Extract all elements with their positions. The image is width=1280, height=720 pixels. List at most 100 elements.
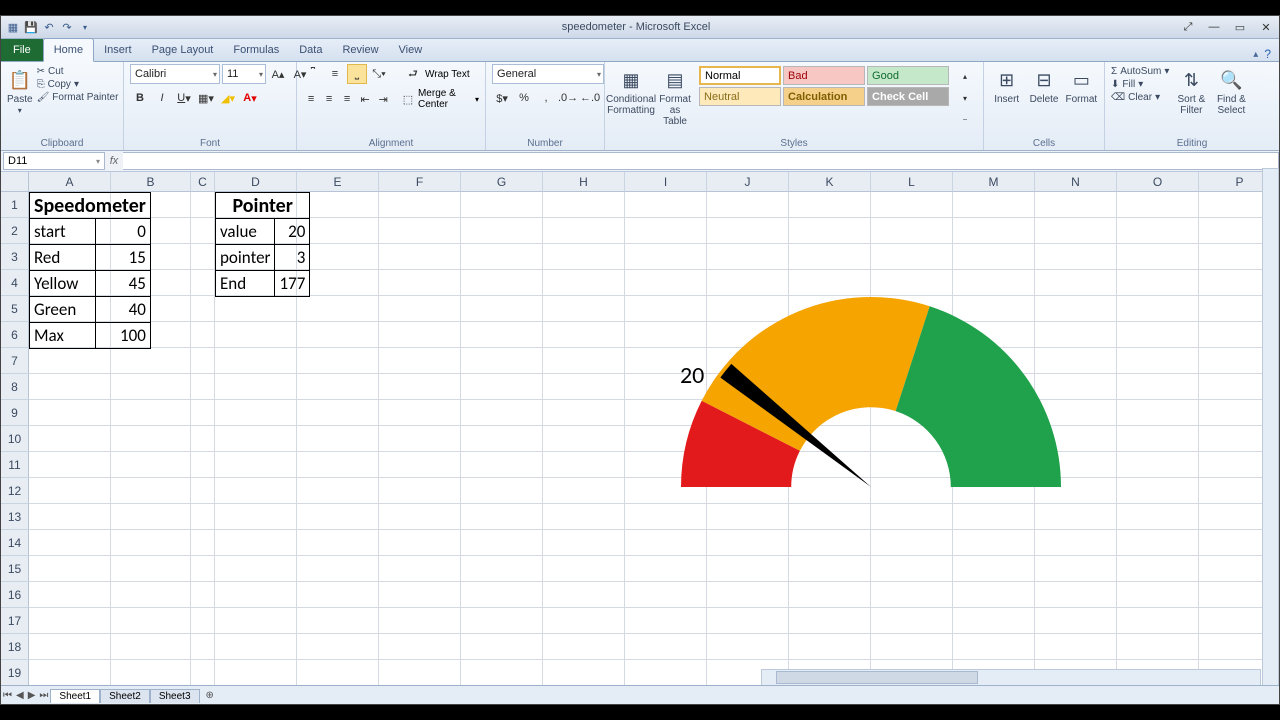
row-header-6[interactable]: 6	[1, 322, 29, 348]
bold-button[interactable]: B	[130, 88, 150, 108]
close-icon[interactable]: ✕	[1253, 19, 1279, 35]
indent-dec-icon[interactable]: ⇤	[357, 89, 373, 109]
align-center-icon[interactable]: ≡	[321, 89, 337, 109]
col-header-I[interactable]: I	[625, 172, 707, 192]
find-select-button[interactable]: 🔍Find & Select	[1213, 64, 1249, 116]
col-header-E[interactable]: E	[297, 172, 379, 192]
row-header-16[interactable]: 16	[1, 582, 29, 608]
col-header-A[interactable]: A	[29, 172, 111, 192]
align-middle-icon[interactable]: ≡	[325, 64, 345, 84]
name-box[interactable]: D11▾	[3, 152, 105, 170]
row-header-13[interactable]: 13	[1, 504, 29, 530]
borders-button[interactable]: ▦▾	[196, 88, 216, 108]
tab-formulas[interactable]: Formulas	[223, 39, 289, 61]
style-scroll-up-icon[interactable]: ▴	[955, 66, 975, 86]
delete-cells-button[interactable]: ⊟Delete	[1027, 64, 1060, 105]
row-header-3[interactable]: 3	[1, 244, 29, 270]
col-header-F[interactable]: F	[379, 172, 461, 192]
fx-icon[interactable]: fx	[105, 155, 123, 167]
copy-button[interactable]: ⎘ Copy ▾	[37, 79, 119, 90]
number-format-dropdown[interactable]: General	[492, 64, 604, 84]
horizontal-scrollbar[interactable]	[761, 669, 1261, 686]
col-header-D[interactable]: D	[215, 172, 297, 192]
currency-icon[interactable]: $▾	[492, 88, 512, 108]
align-right-icon[interactable]: ≡	[339, 89, 355, 109]
tab-view[interactable]: View	[389, 39, 433, 61]
tab-data[interactable]: Data	[289, 39, 332, 61]
row-header-17[interactable]: 17	[1, 608, 29, 634]
percent-icon[interactable]: %	[514, 88, 534, 108]
style-scroll-down-icon[interactable]: ▾	[955, 88, 975, 108]
row-header-8[interactable]: 8	[1, 374, 29, 400]
comma-icon[interactable]: ,	[536, 88, 556, 108]
row-header-15[interactable]: 15	[1, 556, 29, 582]
undo-icon[interactable]: ↶	[41, 19, 57, 35]
formula-input[interactable]	[123, 152, 1279, 170]
grow-font-icon[interactable]: A▴	[268, 64, 288, 84]
worksheet-area[interactable]: ABCDEFGHIJKLMNOP 12345678910111213141516…	[1, 172, 1279, 704]
restore-icon[interactable]: ▭	[1227, 19, 1253, 35]
tab-review[interactable]: Review	[332, 39, 388, 61]
col-header-C[interactable]: C	[191, 172, 215, 192]
vertical-scrollbar[interactable]	[1262, 168, 1279, 686]
fill-button[interactable]: ⬇ Fill ▾	[1111, 79, 1169, 90]
minimize-icon[interactable]: —	[1201, 19, 1227, 35]
wrap-text-button[interactable]: Wrap Text	[425, 69, 470, 80]
align-bottom-icon[interactable]: ⎵	[347, 64, 367, 84]
clear-button[interactable]: ⌫ Clear ▾	[1111, 92, 1169, 103]
row-header-18[interactable]: 18	[1, 634, 29, 660]
tab-insert[interactable]: Insert	[94, 39, 142, 61]
style-good[interactable]: Good	[867, 66, 949, 85]
fill-color-button[interactable]: ◢▾	[218, 88, 238, 108]
italic-button[interactable]: I	[152, 88, 172, 108]
format-cells-button[interactable]: ▭Format	[1065, 64, 1098, 105]
save-icon[interactable]: 💾	[23, 19, 39, 35]
style-neutral[interactable]: Neutral	[699, 87, 781, 106]
style-bad[interactable]: Bad	[783, 66, 865, 85]
font-name-dropdown[interactable]: Calibri	[130, 64, 220, 84]
sheet-tab-3[interactable]: Sheet3	[150, 689, 200, 703]
indent-inc-icon[interactable]: ⇥	[375, 89, 391, 109]
underline-button[interactable]: U▾	[174, 88, 194, 108]
minimize-ribbon-icon[interactable]: ⤢	[1175, 19, 1201, 35]
sheet-nav-next-icon[interactable]: ▶	[26, 690, 38, 701]
inc-decimal-icon[interactable]: .0→	[558, 88, 578, 108]
tab-file[interactable]: File	[1, 39, 43, 61]
col-header-J[interactable]: J	[707, 172, 789, 192]
row-header-9[interactable]: 9	[1, 400, 29, 426]
row-header-12[interactable]: 12	[1, 478, 29, 504]
tab-page-layout[interactable]: Page Layout	[142, 39, 224, 61]
col-header-L[interactable]: L	[871, 172, 953, 192]
row-header-7[interactable]: 7	[1, 348, 29, 374]
paste-button[interactable]: 📋 Paste ▾	[7, 64, 33, 116]
new-sheet-icon[interactable]: ⊕	[204, 690, 216, 701]
row-header-10[interactable]: 10	[1, 426, 29, 452]
col-header-G[interactable]: G	[461, 172, 543, 192]
col-header-H[interactable]: H	[543, 172, 625, 192]
format-painter-button[interactable]: 🖌 Format Painter	[37, 92, 119, 103]
sheet-nav-prev-icon[interactable]: ◀	[14, 690, 26, 701]
sheet-nav-last-icon[interactable]: ⏭	[37, 690, 50, 701]
ribbon-min-icon[interactable]: ▴	[1253, 49, 1258, 60]
dec-decimal-icon[interactable]: ←.0	[580, 88, 600, 108]
format-as-table-button[interactable]: ▤Format as Table	[655, 64, 695, 127]
insert-cells-button[interactable]: ⊞Insert	[990, 64, 1023, 105]
col-header-K[interactable]: K	[789, 172, 871, 192]
font-size-dropdown[interactable]: 11	[222, 64, 266, 84]
style-normal[interactable]: Normal	[699, 66, 781, 85]
row-header-11[interactable]: 11	[1, 452, 29, 478]
col-header-N[interactable]: N	[1035, 172, 1117, 192]
merge-center-button[interactable]: Merge & Center	[418, 88, 473, 110]
autosum-button[interactable]: Σ AutoSum ▾	[1111, 66, 1169, 77]
row-header-4[interactable]: 4	[1, 270, 29, 296]
speedometer-chart[interactable]: 20	[656, 287, 1086, 547]
col-header-B[interactable]: B	[111, 172, 191, 192]
align-left-icon[interactable]: ≡	[303, 89, 319, 109]
row-header-19[interactable]: 19	[1, 660, 29, 686]
style-calculation[interactable]: Calculation	[783, 87, 865, 106]
sheet-nav-first-icon[interactable]: ⏮	[1, 690, 14, 701]
row-header-14[interactable]: 14	[1, 530, 29, 556]
qat-more-icon[interactable]: ▾	[77, 19, 93, 35]
help-icon[interactable]: ?	[1264, 47, 1271, 61]
redo-icon[interactable]: ↷	[59, 19, 75, 35]
